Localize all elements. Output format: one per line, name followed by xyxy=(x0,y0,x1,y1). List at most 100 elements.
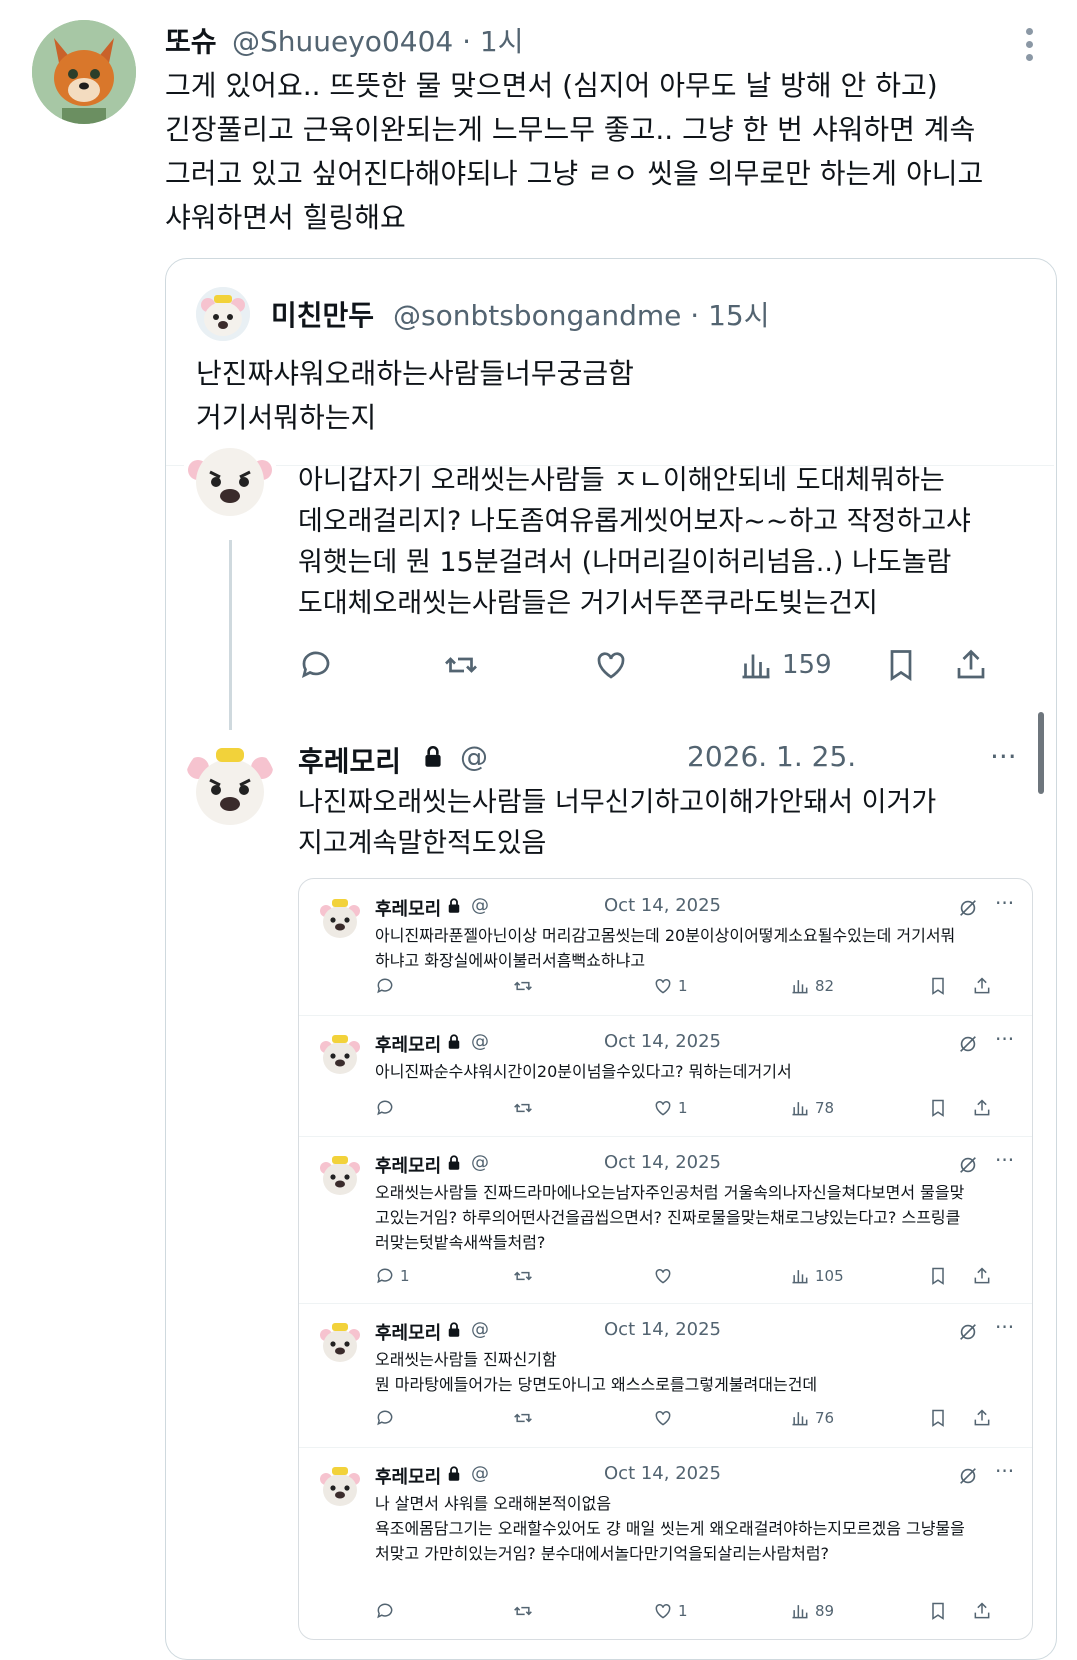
author-handle: @ xyxy=(471,1031,489,1052)
lock-icon xyxy=(448,1155,460,1170)
retweet-action xyxy=(513,1406,533,1430)
bookmark-button[interactable] xyxy=(883,645,919,685)
grok-icon xyxy=(960,1157,976,1173)
grok-icon xyxy=(960,1324,976,1340)
tweet-date: Oct 14, 2025 xyxy=(604,1031,721,1052)
views-bar-chart-icon xyxy=(792,980,808,994)
share-icon xyxy=(974,1409,990,1426)
tweet-date: Oct 14, 2025 xyxy=(604,1319,721,1340)
bookmark-action xyxy=(928,974,948,998)
author-name: 후레모리 xyxy=(375,1035,442,1056)
views-action: 105 xyxy=(790,1264,844,1288)
views-count: 78 xyxy=(815,1099,835,1117)
views-count: 159 xyxy=(782,650,832,680)
reply-button[interactable] xyxy=(298,645,334,685)
tweet-text: 아니진짜순수샤워시간이20분이넘을수있다고? 뭐하는데거기서 xyxy=(375,1062,792,1081)
tweet-text: 오래씻는사람들 진짜드라마에나오는남자주인공처럼 거울속의나자신을쳐다보면서 물… xyxy=(375,1183,965,1252)
hamster-avatar-image xyxy=(187,748,273,825)
lock-icon xyxy=(445,1033,463,1055)
heart-icon xyxy=(655,978,671,994)
thread-reply-1-actions: 159 xyxy=(298,645,1038,685)
action-bar: 76 xyxy=(375,1406,1015,1430)
bookmark-icon xyxy=(932,1409,944,1427)
fox-avatar-image xyxy=(32,20,136,124)
tweet-text: 그게 있어요.. 뜨뜻한 물 맞으면서 (심지어 아무도 날 방해 안 하고) … xyxy=(165,69,984,234)
grok-icon xyxy=(960,900,976,916)
lock-icon xyxy=(445,1321,463,1343)
views-count: 76 xyxy=(815,1409,835,1427)
more-horizontal-icon[interactable]: ··· xyxy=(990,740,1017,773)
author-name[interactable]: 또슈 xyxy=(165,20,217,60)
like-action: 1 xyxy=(653,1096,688,1120)
grok-icon xyxy=(957,897,979,923)
author-avatar[interactable] xyxy=(32,20,136,124)
action-bar: 1 78 xyxy=(375,1096,1015,1120)
reply-icon xyxy=(377,978,393,994)
views-button[interactable]: 159 xyxy=(738,645,832,685)
heart-icon xyxy=(655,1603,671,1619)
views-action: 89 xyxy=(790,1599,834,1623)
action-bar: 1 82 xyxy=(375,974,1015,998)
author-handle-time[interactable]: @Shuueyo0404 · 1시 xyxy=(232,20,523,60)
thread-connector-line xyxy=(229,540,232,730)
retweet-button[interactable] xyxy=(443,645,479,685)
views-count: 105 xyxy=(815,1267,844,1285)
bookmark-icon xyxy=(932,1602,944,1620)
tweet-date: Oct 14, 2025 xyxy=(604,1463,721,1484)
grok-icon xyxy=(957,1033,979,1059)
views-count: 89 xyxy=(815,1602,835,1620)
like-button[interactable] xyxy=(593,645,629,685)
hamster-avatar-image xyxy=(317,1152,363,1198)
avatar xyxy=(317,1031,363,1077)
author-handle: @ xyxy=(471,1152,489,1173)
quote-author-avatar[interactable] xyxy=(196,287,250,341)
like-action xyxy=(653,1406,678,1430)
screenshot-tweet: 후레모리 @ Oct 14, 2025 ··· 오래씻는사람들 진짜신기함 뭔 마라탕에… xyxy=(299,1303,1032,1448)
avatar xyxy=(317,895,363,941)
lock-icon xyxy=(445,897,463,919)
quote-author-handle-time[interactable]: @sonbtsbongandme · 15시 xyxy=(393,294,770,334)
views-action: 76 xyxy=(790,1406,834,1430)
more-vertical-icon[interactable] xyxy=(1026,28,1034,67)
like-count: 1 xyxy=(678,1602,688,1620)
bookmark-action xyxy=(928,1599,948,1623)
reply-action xyxy=(375,1096,400,1120)
reply-action xyxy=(375,1406,400,1430)
author-name: 후레모리 xyxy=(375,1323,442,1344)
avatar xyxy=(317,1463,363,1509)
reply-icon xyxy=(377,1100,393,1116)
heart-icon xyxy=(655,1268,671,1284)
heart-icon xyxy=(597,652,625,679)
action-bar: 1 89 xyxy=(375,1599,1015,1623)
heart-icon xyxy=(655,1410,671,1426)
tweet-text: 나 살면서 샤워를 오래해본적이없음 욕조에몸담그기는 오래할수있어도 걍 매일… xyxy=(375,1494,965,1563)
more-horizontal-icon: ··· xyxy=(995,1315,1015,1339)
bookmark-action xyxy=(928,1096,948,1120)
tweet-text: 아니진짜라푼젤아닌이상 머리감고몸씻는데 20분이상이어떻게소요될수있는데 거기… xyxy=(375,926,956,970)
retweet-action xyxy=(513,1599,533,1623)
thread-reply-2-author-name[interactable]: 후레모리 xyxy=(298,740,401,780)
more-horizontal-icon: ··· xyxy=(995,891,1015,915)
bookmark-action xyxy=(928,1406,948,1430)
hamster-avatar-image xyxy=(317,1319,363,1365)
quote-text: 난진짜샤워오래하는사람들너무궁금함 거기서뭐하는지 xyxy=(196,357,634,434)
tweet-text: 오래씻는사람들 진짜신기함 뭔 마라탕에들어가는 당면도아니고 왜스스로를그렇게… xyxy=(375,1350,818,1394)
retweet-icon xyxy=(445,657,477,673)
views-count: 82 xyxy=(815,977,835,995)
share-action xyxy=(972,1599,992,1623)
author-handle: @ xyxy=(471,1319,489,1340)
thread-reply-2-handle[interactable]: @ xyxy=(460,740,488,773)
retweet-icon xyxy=(514,1413,532,1423)
like-action xyxy=(653,1264,678,1288)
share-button[interactable] xyxy=(953,645,989,685)
views-bar-chart-icon xyxy=(742,654,770,679)
heart-icon xyxy=(655,1100,671,1116)
scrollbar[interactable] xyxy=(1038,712,1044,794)
tweet-date: Oct 14, 2025 xyxy=(604,1152,721,1173)
lock-icon xyxy=(445,1465,463,1487)
retweet-action xyxy=(513,1096,533,1120)
share-action xyxy=(972,1264,992,1288)
reply-icon xyxy=(377,1410,393,1426)
quote-author-name[interactable]: 미친만두 xyxy=(271,294,374,334)
grok-icon xyxy=(957,1154,979,1180)
